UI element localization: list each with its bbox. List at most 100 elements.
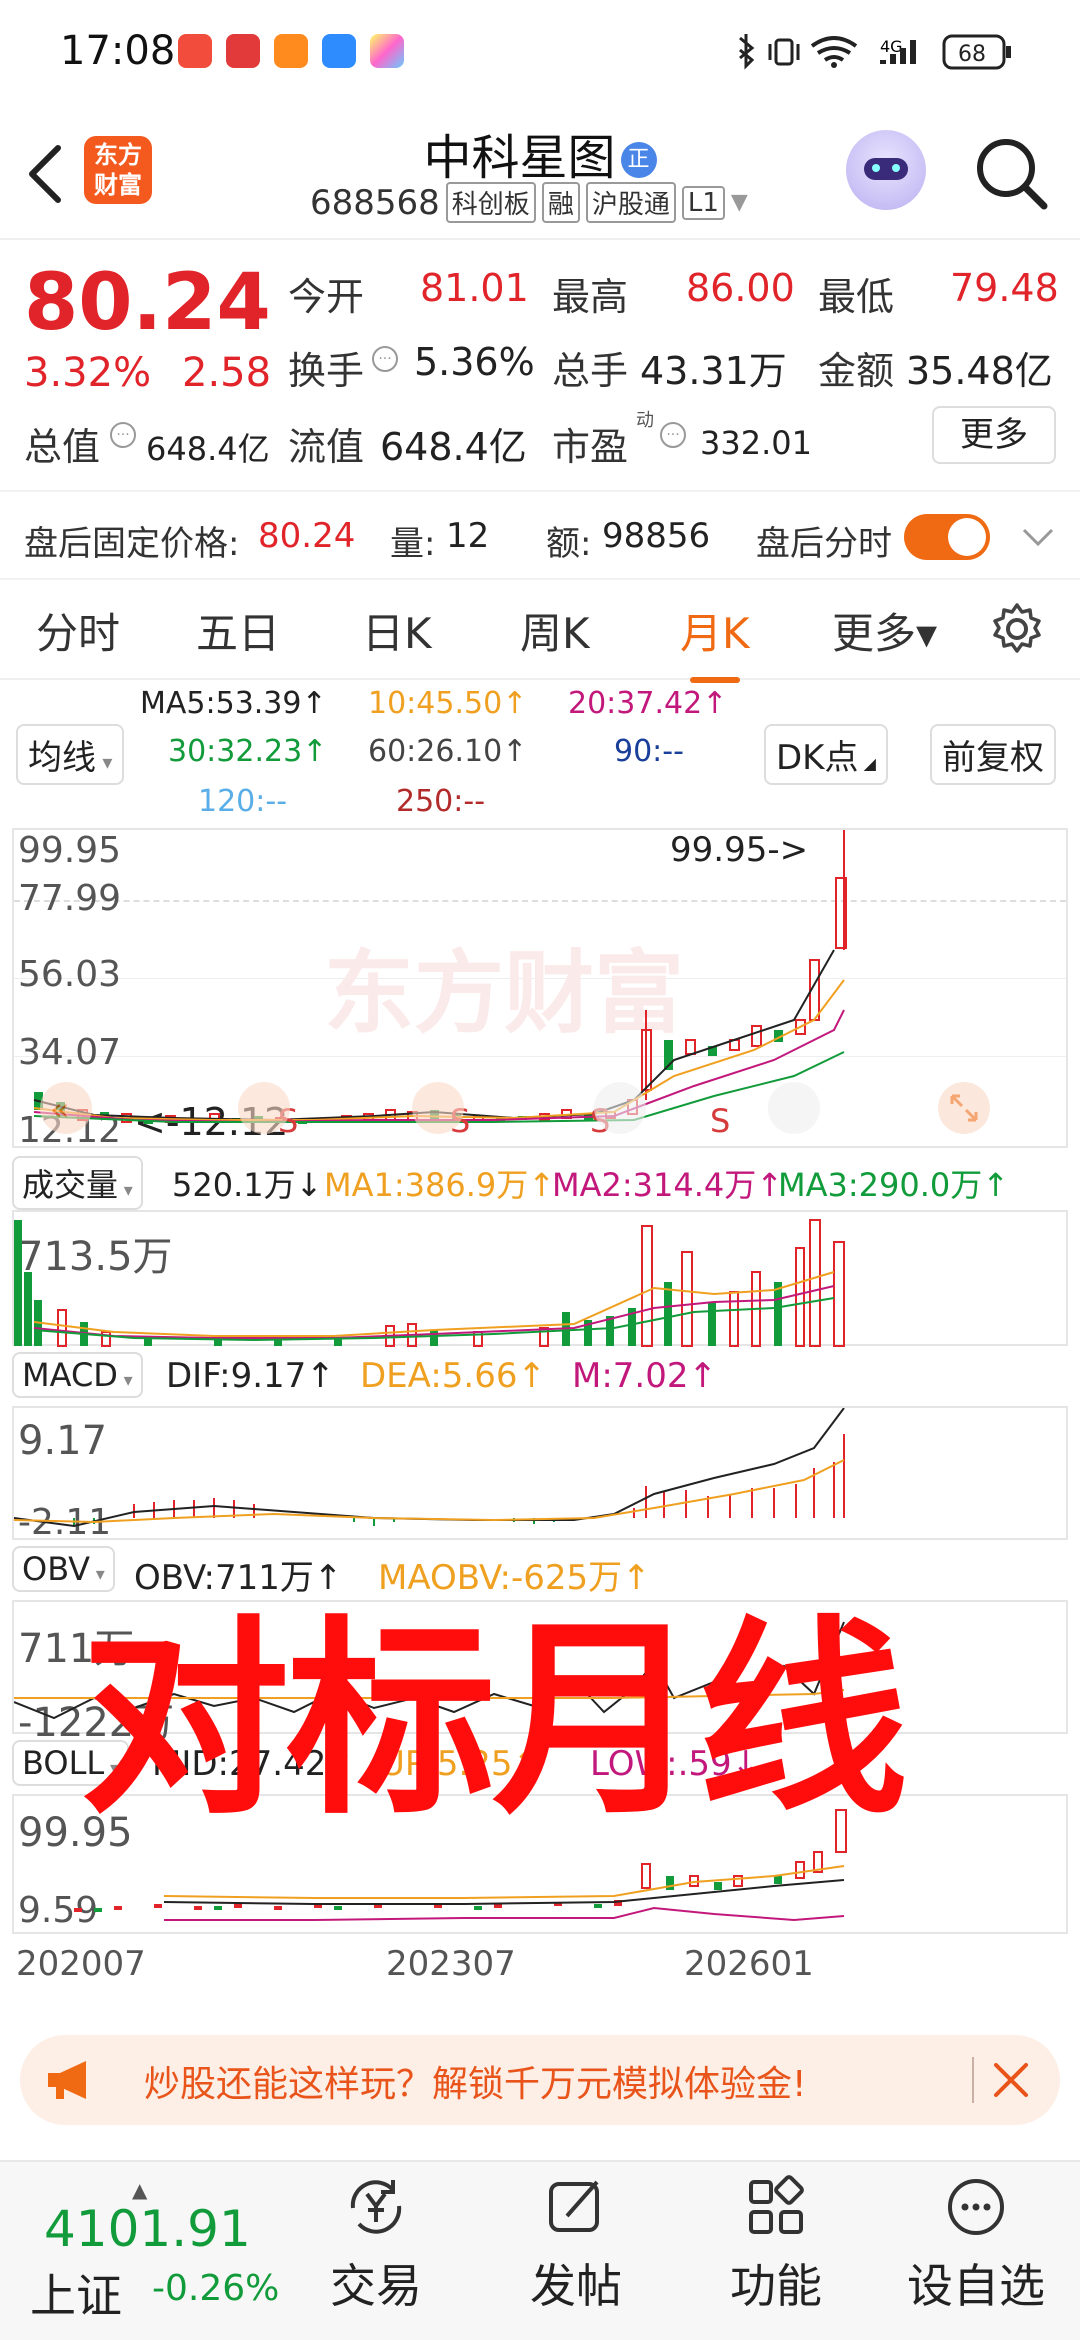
caret-down-icon: ▾ (117, 1370, 133, 1391)
kline-chart[interactable]: 99.95 77.99 56.03 34.07 12.12 <-12.12 99… (12, 828, 1068, 1151)
after-hours-toggle-label: 盘后分时 (756, 524, 892, 564)
tab-daily-k[interactable]: 日K (362, 600, 432, 661)
ma10-value: 10:45.50↑ (368, 686, 528, 721)
kline-plot: SS SS « (33, 830, 990, 1140)
signal-s: S (710, 1102, 730, 1140)
index-ticker[interactable]: ▲ 4101.91 上证 -0.26% (20, 2178, 290, 2328)
market-cap-value: 648.4亿 (146, 430, 270, 468)
pe-value: 332.01 (700, 424, 812, 462)
info-dots-icon[interactable]: ··· (110, 422, 136, 448)
tab-weekly-k[interactable]: 周K (520, 600, 590, 661)
x-axis: 202007 202307 202601 (0, 1944, 1080, 1994)
promo-banner[interactable]: 炒股还能这样玩？解锁千万元模拟体验金! (20, 2035, 1060, 2125)
macd-m: M:7.02↑ (572, 1356, 717, 1396)
nav-trade[interactable]: 交易 (296, 2172, 456, 2316)
ma30-value: 30:32.23↑ (168, 734, 328, 769)
tag-level1: L1 (681, 185, 725, 220)
low-label: 最低 (818, 275, 895, 319)
caret-up-icon: ▲ (132, 2178, 148, 2202)
svg-text:«: « (50, 1090, 70, 1128)
ma20-value: 20:37.42↑ (568, 686, 728, 721)
macd-selector[interactable]: MACD ▾ (12, 1352, 143, 1398)
float-cap-value: 648.4亿 (380, 425, 527, 469)
dk-point-button[interactable]: DK点 ◢ (764, 724, 888, 785)
chevron-down-icon[interactable] (1020, 522, 1056, 552)
nav-add-watchlist[interactable]: 设自选 (896, 2172, 1056, 2316)
tab-more[interactable]: 更多▾ (832, 600, 937, 661)
macd-dea: DEA:5.66↑ (360, 1356, 546, 1396)
system-status-icons: 4G 68 (739, 34, 1011, 70)
macd-chart[interactable]: 9.17 -2.11 (12, 1406, 1068, 1543)
scroll-prev-icon[interactable] (594, 1082, 646, 1134)
volume-selector[interactable]: 成交量 ▾ (12, 1156, 143, 1210)
more-button[interactable]: 更多 (932, 406, 1056, 464)
settings-gear-icon[interactable] (990, 602, 1044, 656)
close-icon[interactable] (990, 2059, 1032, 2101)
after-hours-toggle[interactable] (904, 514, 990, 560)
tab-five-day[interactable]: 五日 (196, 600, 280, 661)
bottom-nav: ▲ 4101.91 上证 -0.26% 交易 发帖 功能 设自选 (0, 2160, 1080, 2340)
nav-add-watchlist-label: 设自选 (907, 2259, 1045, 2313)
volume-chart[interactable]: 713.5万 (12, 1210, 1068, 1347)
status-time: 17:08 (60, 28, 176, 74)
last-price: 80.24 (24, 258, 271, 348)
index-name: 上证 (30, 2269, 122, 2323)
turnover-label: 换手 (288, 349, 365, 393)
after-hours-amount: 98856 (602, 516, 711, 556)
ma90-value: 90:-- (614, 734, 684, 769)
divider (972, 2057, 974, 2103)
low-value: 79.48 (950, 266, 1059, 310)
amount-value: 35.48亿 (906, 349, 1053, 393)
high-label: 最高 (552, 275, 629, 319)
macd-plot (14, 1408, 845, 1528)
nav-post[interactable]: 发帖 (496, 2172, 656, 2316)
after-hours-volume: 12 (446, 516, 490, 556)
ma-selector[interactable]: 均线 ▾ (16, 724, 125, 785)
corner-arrow-icon: ◢ (858, 754, 876, 773)
chevron-down-icon: ▼ (730, 190, 748, 215)
ai-assistant-avatar[interactable] (846, 130, 926, 210)
tag-kechuang: 科创板 (445, 182, 536, 223)
stock-header: 东方 财富 中科星图 正 688568 科创板 融 沪股通 L1 ▼ (0, 110, 1080, 240)
status-bar: 17:08 4G 68 (0, 0, 1080, 110)
info-dots-icon[interactable]: ··· (660, 422, 686, 448)
search-icon[interactable] (972, 134, 1052, 214)
nav-functions[interactable]: 功能 (696, 2172, 856, 2316)
tag-margin: 融 (541, 182, 580, 223)
cloud-notification-icon (322, 34, 356, 68)
overlay-annotation: 对标月线 (80, 1598, 908, 1843)
zoom-out-icon[interactable] (238, 1082, 290, 1134)
tab-monthly-k[interactable]: 月K (680, 600, 750, 683)
info-dots-icon[interactable]: ··· (372, 346, 398, 372)
quote-panel: 80.24 3.32% 2.58 今开 81.01 最高 86.00 最低 79… (0, 240, 1080, 490)
x-label-mid: 202307 (386, 1944, 516, 1984)
macd-dif: DIF:9.17↑ (166, 1356, 335, 1396)
app-notification-icon (178, 34, 212, 68)
market-cap-label: 总值 (24, 425, 101, 469)
open-value: 81.01 (420, 266, 529, 310)
stock-code-row[interactable]: 688568 科创板 融 沪股通 L1 ▼ (310, 182, 748, 223)
candles (34, 830, 847, 1124)
tab-intraday[interactable]: 分时 (36, 600, 120, 661)
tag-hugutong: 沪股通 (585, 182, 676, 223)
ma-selector-label: 均线 (28, 738, 96, 778)
zoom-in-icon[interactable] (412, 1082, 464, 1134)
dk-point-label: DK点 (776, 738, 859, 778)
amount-label: 金额 (818, 349, 895, 393)
ma250-value: 250:-- (396, 784, 486, 819)
network-label: 4G (880, 37, 903, 56)
volume-value: 43.31万 (640, 349, 787, 393)
index-value: 4101.91 (44, 2200, 251, 2258)
book-notification-icon (226, 34, 260, 68)
adjust-button[interactable]: 前复权 (930, 724, 1056, 785)
scroll-next-icon[interactable] (768, 1082, 820, 1134)
nav-trade-label: 交易 (330, 2259, 422, 2313)
volume-ma3: MA3:290.0万↑ (778, 1166, 1010, 1204)
battery-level: 68 (958, 42, 986, 67)
volume-label: 总手 (552, 349, 629, 393)
caret-down-icon: ▾ (96, 750, 113, 774)
after-hours-amount-label: 额: (546, 524, 592, 564)
fullscreen-icon[interactable] (938, 1082, 990, 1134)
volume-bars (14, 1219, 845, 1347)
change-amount: 2.58 (182, 350, 272, 396)
